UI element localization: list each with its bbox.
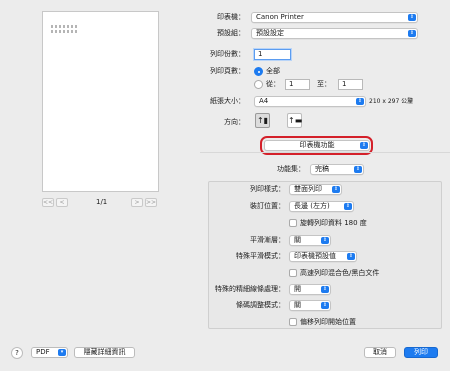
smoothing-select[interactable]: 關 ⇕ xyxy=(289,235,331,246)
special-smoothing-label: 特殊平滑模式： xyxy=(236,252,285,260)
pages-all-radio[interactable] xyxy=(254,67,263,76)
pages-to-label: 至： xyxy=(317,80,331,88)
chevron-updown-icon: ⇕ xyxy=(321,302,329,309)
paper-size-label: 紙張大小： xyxy=(210,97,245,105)
paper-size-select[interactable]: A4 ⇕ xyxy=(254,96,366,107)
page-indicator: 1/1 xyxy=(96,198,108,206)
pages-range-radio[interactable] xyxy=(254,80,263,89)
paper-size-value: A4 xyxy=(259,97,269,105)
printer-label: 印表機： xyxy=(217,13,245,21)
smoothing-label: 平滑漸層： xyxy=(250,236,285,244)
chevron-updown-icon: ⇕ xyxy=(356,98,364,105)
print-style-label: 列印樣式： xyxy=(250,185,285,193)
feature-set-select[interactable]: 完稿 ⇕ xyxy=(310,164,364,175)
print-style-value: 雙面列印 xyxy=(294,185,322,193)
prev-page-button[interactable]: < xyxy=(56,198,68,207)
divider xyxy=(200,152,450,153)
highspeed-checkbox[interactable] xyxy=(289,269,297,277)
highspeed-label: 高速列印混合色/黑白文件 xyxy=(300,269,380,277)
printer-select[interactable]: Canon Printer ⇕ xyxy=(251,12,418,23)
rotate-checkbox[interactable] xyxy=(289,219,297,227)
cancel-button[interactable]: 取消 xyxy=(364,347,396,358)
hide-details-button[interactable]: 隱藏詳細資訊 xyxy=(74,347,135,358)
feature-set-value: 完稿 xyxy=(315,165,329,173)
print-button[interactable]: 列印 xyxy=(404,347,438,358)
chevron-updown-icon: ⇕ xyxy=(344,203,352,210)
binding-select[interactable]: 長邊 (左方) ⇕ xyxy=(289,201,354,212)
chevron-updown-icon: ⇕ xyxy=(321,237,329,244)
landscape-icon: ↑▬ xyxy=(288,116,303,125)
first-page-button[interactable]: << xyxy=(42,198,54,207)
landscape-orientation-button[interactable]: ↑▬ xyxy=(287,113,302,128)
barcode-value: 關 xyxy=(294,301,301,309)
rotate-label: 旋轉列印資料 180 度 xyxy=(300,219,367,227)
special-smoothing-value: 印表機預設值 xyxy=(294,252,336,260)
smoothing-value: 關 xyxy=(294,236,301,244)
thinline-value: 開 xyxy=(294,285,301,293)
pdf-menu-button[interactable]: PDF ▾ xyxy=(31,347,68,358)
print-style-select[interactable]: 雙面列印 ⇕ xyxy=(289,184,342,195)
chevron-updown-icon: ⇕ xyxy=(332,186,340,193)
portrait-icon: ↑▮ xyxy=(256,116,269,125)
binding-label: 裝訂位置： xyxy=(250,202,285,210)
pages-label: 列印頁數： xyxy=(210,67,245,75)
presets-value: 預設設定 xyxy=(256,29,284,37)
last-page-button[interactable]: >> xyxy=(145,198,157,207)
portrait-orientation-button[interactable]: ↑▮ xyxy=(255,113,270,128)
pages-all-label: 全部 xyxy=(266,67,280,75)
chevron-updown-icon: ⇕ xyxy=(354,166,362,173)
pdf-label: PDF xyxy=(36,348,50,356)
barcode-label: 條碼調整模式： xyxy=(236,301,285,309)
barcode-select[interactable]: 關 ⇕ xyxy=(289,300,331,311)
next-page-button[interactable]: > xyxy=(131,198,143,207)
pages-from-label: 從： xyxy=(266,80,280,88)
feature-set-label: 功能集： xyxy=(277,165,305,173)
chevron-down-icon: ▾ xyxy=(58,349,66,356)
paper-dimensions: 210 x 297 公釐 xyxy=(369,98,414,105)
orientation-label: 方向： xyxy=(224,118,245,126)
thinline-select[interactable]: 開 ⇕ xyxy=(289,284,331,295)
chevron-updown-icon: ⇕ xyxy=(321,286,329,293)
binding-value: 長邊 (左方) xyxy=(294,202,330,210)
pages-to-input[interactable]: 1 xyxy=(338,79,363,90)
special-smoothing-select[interactable]: 印表機預設值 ⇕ xyxy=(289,251,357,262)
thinline-label: 特殊的精細線條處理： xyxy=(215,285,285,293)
presets-select[interactable]: 預設設定 ⇕ xyxy=(251,28,418,39)
copies-input[interactable]: 1 xyxy=(254,49,291,60)
chevron-updown-icon: ⇕ xyxy=(408,30,416,37)
chevron-updown-icon: ⇕ xyxy=(347,253,355,260)
pages-from-input[interactable]: 1 xyxy=(285,79,310,90)
preview-content xyxy=(51,25,77,37)
help-button[interactable]: ? xyxy=(11,347,23,359)
copies-label: 列印份數： xyxy=(210,50,245,58)
chevron-updown-icon: ⇕ xyxy=(408,14,416,21)
presets-label: 預設組： xyxy=(217,29,245,37)
printer-value: Canon Printer xyxy=(256,13,304,21)
offset-label: 偏移列印開始位置 xyxy=(300,318,356,326)
page-preview xyxy=(42,11,159,192)
offset-checkbox[interactable] xyxy=(289,318,297,326)
